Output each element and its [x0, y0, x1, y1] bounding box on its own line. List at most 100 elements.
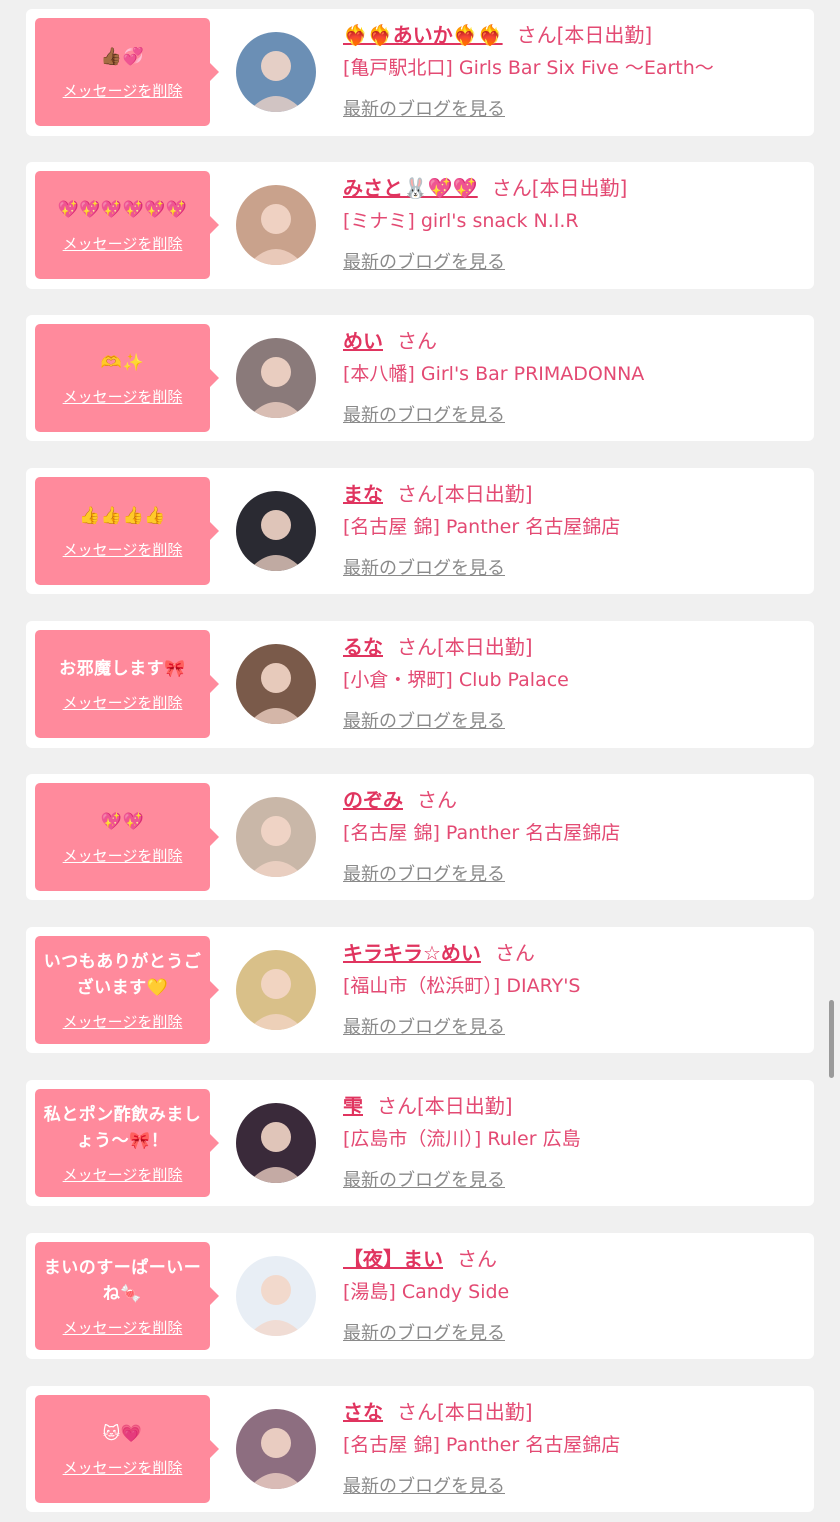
avatar-image [236, 185, 316, 265]
name-line: 【夜】まい さん [343, 1245, 802, 1273]
cast-name-link[interactable]: ❤️‍🔥❤️‍🔥あいか❤️‍🔥❤️‍🔥 [343, 23, 503, 47]
message-card: 🐱💗 メッセージを削除 さな さん[本日出勤] [名古屋 錦] Panther 名… [26, 1386, 814, 1512]
name-line: めい さん [343, 327, 802, 355]
shop-name: [ミナミ] girl's snack N.I.R [343, 210, 579, 232]
latest-blog-link[interactable]: 最新のブログを見る [343, 1472, 505, 1498]
attendance-status: [本日出勤] [531, 176, 628, 200]
delete-message-link[interactable]: メッセージを削除 [63, 692, 183, 713]
latest-blog-link[interactable]: 最新のブログを見る [343, 1013, 505, 1039]
avatar-image [236, 1409, 316, 1489]
latest-blog-link[interactable]: 最新のブログを見る [343, 707, 505, 733]
cast-info: めい さん [本八幡] Girl's Bar PRIMADONNA 最新のブログを… [343, 327, 802, 427]
avatar-image [236, 338, 316, 418]
avatar[interactable] [236, 1103, 316, 1183]
name-line: るな さん[本日出勤] [343, 633, 802, 661]
cast-info: のぞみ さん [名古屋 錦] Panther 名古屋錦店 最新のブログを見る [343, 786, 802, 886]
cast-name-link[interactable]: まな [343, 482, 383, 506]
cast-info: 【夜】まい さん [湯島] Candy Side 最新のブログを見る [343, 1245, 802, 1345]
avatar-image [236, 491, 316, 571]
cast-name-link[interactable]: めい [343, 329, 383, 353]
shop-name: [名古屋 錦] Panther 名古屋錦店 [343, 1434, 621, 1456]
message-bubble: 🐱💗 メッセージを削除 [35, 1395, 219, 1503]
name-line: みさと🐰💖💖 さん[本日出勤] [343, 174, 802, 202]
message-bubble: いつもありがとうございます💛 メッセージを削除 [35, 936, 219, 1044]
message-text: 💖💖💖💖💖💖 [57, 199, 188, 220]
delete-message-link[interactable]: メッセージを削除 [63, 1011, 183, 1032]
latest-blog-link[interactable]: 最新のブログを見る [343, 1166, 505, 1192]
message-card: 👍🏾💞 メッセージを削除 ❤️‍🔥❤️‍🔥あいか❤️‍🔥❤️‍🔥 さん[本日出勤]… [26, 9, 814, 136]
message-bubble: 💖💖 メッセージを削除 [35, 783, 219, 891]
message-text: 👍👍👍👍 [79, 505, 166, 526]
message-bubble: 私とポン酢飲みましょう〜🎀！ メッセージを削除 [35, 1089, 219, 1197]
avatar-image [236, 32, 316, 112]
cast-name-link[interactable]: のぞみ [343, 788, 403, 812]
message-text: 私とポン酢飲みましょう〜🎀！ [43, 1104, 202, 1151]
delete-message-link[interactable]: メッセージを削除 [63, 1317, 183, 1338]
latest-blog-link[interactable]: 最新のブログを見る [343, 95, 505, 121]
message-card: いつもありがとうございます💛 メッセージを削除 キラキラ☆めい さん [福山市（松… [26, 927, 814, 1053]
message-text: いつもありがとうございます💛 [43, 951, 202, 998]
honorific: さん [491, 176, 532, 200]
cast-name-link[interactable]: みさと🐰💖💖 [343, 176, 478, 200]
message-text: 🐱💗 [102, 1423, 143, 1444]
avatar[interactable] [236, 32, 316, 112]
message-bubble: お邪魔します🎀 メッセージを削除 [35, 630, 219, 738]
avatar[interactable] [236, 491, 316, 571]
honorific: さん [377, 1094, 417, 1118]
cast-name-link[interactable]: るな [343, 635, 383, 659]
shop-name: [本八幡] Girl's Bar PRIMADONNA [343, 363, 645, 385]
avatar[interactable] [236, 644, 316, 724]
delete-message-link[interactable]: メッセージを削除 [63, 80, 183, 101]
latest-blog-link[interactable]: 最新のブログを見る [343, 401, 505, 427]
cast-info: 雫さん[本日出勤] [広島市（流川）] Ruler 広島 最新のブログを見る [343, 1092, 802, 1192]
latest-blog-link[interactable]: 最新のブログを見る [343, 1319, 505, 1345]
latest-blog-link[interactable]: 最新のブログを見る [343, 860, 505, 886]
scrollbar[interactable] [829, 1000, 834, 1078]
avatar[interactable] [236, 797, 316, 877]
cast-name-link[interactable]: さな [343, 1400, 383, 1424]
delete-message-link[interactable]: メッセージを削除 [63, 539, 183, 560]
message-card: 💖💖💖💖💖💖 メッセージを削除 みさと🐰💖💖 さん[本日出勤] [ミナミ] gir… [26, 162, 814, 289]
name-line: キラキラ☆めい さん [343, 939, 802, 967]
avatar[interactable] [236, 1256, 316, 1336]
message-card: 💖💖 メッセージを削除 のぞみ さん [名古屋 錦] Panther 名古屋錦店 … [26, 774, 814, 900]
cast-name-link[interactable]: 雫 [343, 1094, 363, 1118]
avatar[interactable] [236, 185, 316, 265]
message-text: まいのすーぱーいーね🍬 [43, 1257, 202, 1304]
avatar-image [236, 644, 316, 724]
cast-info: ❤️‍🔥❤️‍🔥あいか❤️‍🔥❤️‍🔥 さん[本日出勤] [亀戸駅北口] Girl… [343, 21, 802, 121]
delete-message-link[interactable]: メッセージを削除 [63, 233, 183, 254]
avatar[interactable] [236, 950, 316, 1030]
message-text: お邪魔します🎀 [59, 658, 186, 679]
shop-name: [福山市（松浜町）] DIARY'S [343, 975, 581, 997]
delete-message-link[interactable]: メッセージを削除 [63, 386, 183, 407]
avatar[interactable] [236, 338, 316, 418]
avatar[interactable] [236, 1409, 316, 1489]
avatar-image [236, 950, 316, 1030]
cast-name-link[interactable]: キラキラ☆めい [343, 941, 481, 965]
name-line: まな さん[本日出勤] [343, 480, 802, 508]
message-bubble: 🫶✨ メッセージを削除 [35, 324, 219, 432]
cast-info: まな さん[本日出勤] [名古屋 錦] Panther 名古屋錦店 最新のブログを… [343, 480, 802, 580]
message-bubble: まいのすーぱーいーね🍬 メッセージを削除 [35, 1242, 219, 1350]
honorific: さん [417, 788, 457, 812]
name-line: ❤️‍🔥❤️‍🔥あいか❤️‍🔥❤️‍🔥 さん[本日出勤] [343, 21, 802, 49]
message-text: 🫶✨ [100, 352, 145, 373]
message-bubble: 👍👍👍👍 メッセージを削除 [35, 477, 219, 585]
delete-message-link[interactable]: メッセージを削除 [63, 1457, 183, 1478]
message-text: 👍🏾💞 [100, 46, 145, 67]
honorific: さん [494, 941, 535, 965]
attendance-status: [本日出勤] [437, 1400, 533, 1424]
message-bubble: 👍🏾💞 メッセージを削除 [35, 18, 219, 126]
name-line: のぞみ さん [343, 786, 802, 814]
shop-name: [湯島] Candy Side [343, 1281, 510, 1303]
latest-blog-link[interactable]: 最新のブログを見る [343, 248, 505, 274]
message-card: 👍👍👍👍 メッセージを削除 まな さん[本日出勤] [名古屋 錦] Panther… [26, 468, 814, 594]
latest-blog-link[interactable]: 最新のブログを見る [343, 554, 505, 580]
message-text: 💖💖 [100, 811, 145, 832]
avatar-image [236, 797, 316, 877]
delete-message-link[interactable]: メッセージを削除 [63, 1164, 183, 1185]
delete-message-link[interactable]: メッセージを削除 [63, 845, 183, 866]
cast-name-link[interactable]: 【夜】まい [343, 1247, 443, 1271]
attendance-status: [本日出勤] [417, 1094, 513, 1118]
